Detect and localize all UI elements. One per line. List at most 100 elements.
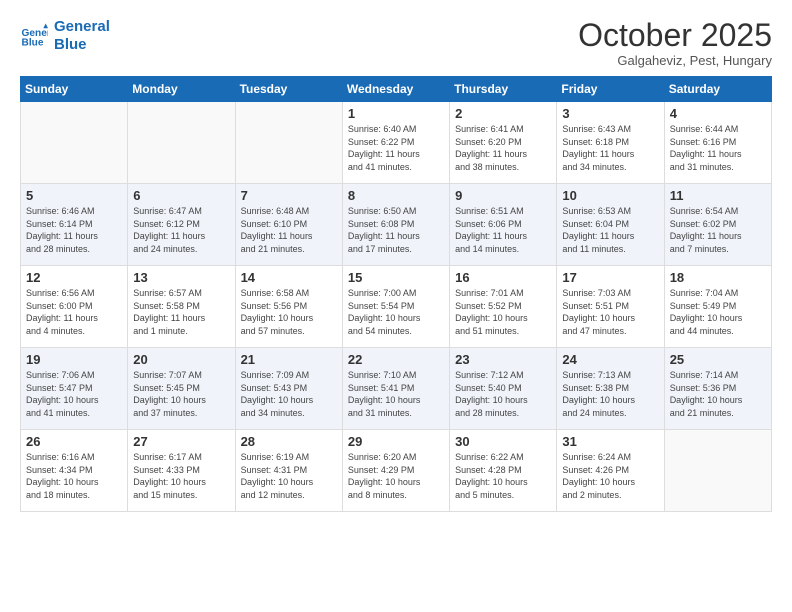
- day-number: 1: [348, 106, 444, 121]
- day-info: Sunrise: 7:13 AM Sunset: 5:38 PM Dayligh…: [562, 369, 658, 419]
- day-info: Sunrise: 7:04 AM Sunset: 5:49 PM Dayligh…: [670, 287, 766, 337]
- header-row: SundayMondayTuesdayWednesdayThursdayFrid…: [21, 77, 772, 102]
- day-number: 29: [348, 434, 444, 449]
- day-info: Sunrise: 6:54 AM Sunset: 6:02 PM Dayligh…: [670, 205, 766, 255]
- weekday-header: Saturday: [664, 77, 771, 102]
- calendar-day: 25Sunrise: 7:14 AM Sunset: 5:36 PM Dayli…: [664, 348, 771, 430]
- day-number: 20: [133, 352, 229, 367]
- day-number: 19: [26, 352, 122, 367]
- day-info: Sunrise: 6:40 AM Sunset: 6:22 PM Dayligh…: [348, 123, 444, 173]
- calendar-day: 16 Sunrise: 7:01 AM Sunset: 5:52 PM Dayli…: [450, 266, 557, 348]
- day-number: 30: [455, 434, 551, 449]
- day-number: 10: [562, 188, 658, 203]
- weekday-header: Tuesday: [235, 77, 342, 102]
- day-number: 11: [670, 188, 766, 203]
- calendar-week-row: 1 Sunrise: 6:40 AM Sunset: 6:22 PM Daylig…: [21, 102, 772, 184]
- calendar-week-row: 12 Sunrise: 6:56 AM Sunset: 6:00 PM Dayli…: [21, 266, 772, 348]
- day-info: Sunrise: 7:03 AM Sunset: 5:51 PM Dayligh…: [562, 287, 658, 337]
- day-number: 18: [670, 270, 766, 285]
- day-number: 4: [670, 106, 766, 121]
- day-info: Sunrise: 6:47 AM Sunset: 6:12 PM Dayligh…: [133, 205, 229, 255]
- calendar-day: 7 Sunrise: 6:48 AM Sunset: 6:10 PM Daylig…: [235, 184, 342, 266]
- calendar-day: 20 Sunrise: 7:07 AM Sunset: 5:45 PM Dayli…: [128, 348, 235, 430]
- weekday-header: Monday: [128, 77, 235, 102]
- day-number: 6: [133, 188, 229, 203]
- day-number: 28: [241, 434, 337, 449]
- day-number: 21: [241, 352, 337, 367]
- day-number: 9: [455, 188, 551, 203]
- day-info: Sunrise: 6:46 AM Sunset: 6:14 PM Dayligh…: [26, 205, 122, 255]
- day-number: 12: [26, 270, 122, 285]
- weekday-header: Wednesday: [342, 77, 449, 102]
- month-title: October 2025: [578, 18, 772, 53]
- weekday-header: Friday: [557, 77, 664, 102]
- day-info: Sunrise: 6:20 AM Sunset: 4:29 PM Dayligh…: [348, 451, 444, 501]
- day-number: 22: [348, 352, 444, 367]
- logo-icon: General Blue: [20, 22, 48, 50]
- calendar-day: 30 Sunrise: 6:22 AM Sunset: 4:28 PM Dayli…: [450, 430, 557, 512]
- calendar-day: 3Sunrise: 6:43 AM Sunset: 6:18 PM Daylig…: [557, 102, 664, 184]
- calendar-day: [128, 102, 235, 184]
- day-number: 13: [133, 270, 229, 285]
- day-info: Sunrise: 7:06 AM Sunset: 5:47 PM Dayligh…: [26, 369, 122, 419]
- day-number: 27: [133, 434, 229, 449]
- day-info: Sunrise: 6:57 AM Sunset: 5:58 PM Dayligh…: [133, 287, 229, 337]
- calendar-day: [235, 102, 342, 184]
- day-number: 2: [455, 106, 551, 121]
- day-info: Sunrise: 7:10 AM Sunset: 5:41 PM Dayligh…: [348, 369, 444, 419]
- page: General Blue General Blue October 2025 G…: [0, 0, 792, 612]
- day-info: Sunrise: 6:51 AM Sunset: 6:06 PM Dayligh…: [455, 205, 551, 255]
- day-number: 16: [455, 270, 551, 285]
- day-info: Sunrise: 6:44 AM Sunset: 6:16 PM Dayligh…: [670, 123, 766, 173]
- calendar-day: 11 Sunrise: 6:54 AM Sunset: 6:02 PM Dayli…: [664, 184, 771, 266]
- day-info: Sunrise: 6:16 AM Sunset: 4:34 PM Dayligh…: [26, 451, 122, 501]
- logo: General Blue General Blue: [20, 18, 110, 54]
- calendar-day: 26 Sunrise: 6:16 AM Sunset: 4:34 PM Dayli…: [21, 430, 128, 512]
- day-number: 25: [670, 352, 766, 367]
- calendar-week-row: 19 Sunrise: 7:06 AM Sunset: 5:47 PM Dayli…: [21, 348, 772, 430]
- day-number: 7: [241, 188, 337, 203]
- day-number: 23: [455, 352, 551, 367]
- day-info: Sunrise: 7:12 AM Sunset: 5:40 PM Dayligh…: [455, 369, 551, 419]
- day-number: 14: [241, 270, 337, 285]
- day-number: 24: [562, 352, 658, 367]
- calendar-day: 1 Sunrise: 6:40 AM Sunset: 6:22 PM Daylig…: [342, 102, 449, 184]
- calendar-day: [21, 102, 128, 184]
- day-info: Sunrise: 6:48 AM Sunset: 6:10 PM Dayligh…: [241, 205, 337, 255]
- day-info: Sunrise: 6:41 AM Sunset: 6:20 PM Dayligh…: [455, 123, 551, 173]
- calendar-day: 10Sunrise: 6:53 AM Sunset: 6:04 PM Dayli…: [557, 184, 664, 266]
- calendar-day: 21Sunrise: 7:09 AM Sunset: 5:43 PM Dayli…: [235, 348, 342, 430]
- calendar-day: 17Sunrise: 7:03 AM Sunset: 5:51 PM Dayli…: [557, 266, 664, 348]
- calendar-day: 9 Sunrise: 6:51 AM Sunset: 6:06 PM Daylig…: [450, 184, 557, 266]
- svg-text:Blue: Blue: [22, 37, 44, 48]
- day-number: 3: [562, 106, 658, 121]
- day-number: 26: [26, 434, 122, 449]
- weekday-header: Sunday: [21, 77, 128, 102]
- day-info: Sunrise: 7:07 AM Sunset: 5:45 PM Dayligh…: [133, 369, 229, 419]
- day-number: 8: [348, 188, 444, 203]
- calendar-week-row: 5 Sunrise: 6:46 AM Sunset: 6:14 PM Daylig…: [21, 184, 772, 266]
- day-info: Sunrise: 6:22 AM Sunset: 4:28 PM Dayligh…: [455, 451, 551, 501]
- day-info: Sunrise: 6:58 AM Sunset: 5:56 PM Dayligh…: [241, 287, 337, 337]
- calendar-day: 18 Sunrise: 7:04 AM Sunset: 5:49 PM Dayli…: [664, 266, 771, 348]
- day-number: 31: [562, 434, 658, 449]
- day-info: Sunrise: 6:24 AM Sunset: 4:26 PM Dayligh…: [562, 451, 658, 501]
- calendar: SundayMondayTuesdayWednesdayThursdayFrid…: [20, 76, 772, 512]
- calendar-day: 29 Sunrise: 6:20 AM Sunset: 4:29 PM Dayli…: [342, 430, 449, 512]
- calendar-day: 23 Sunrise: 7:12 AM Sunset: 5:40 PM Dayli…: [450, 348, 557, 430]
- title-block: October 2025 Galgaheviz, Pest, Hungary: [578, 18, 772, 68]
- calendar-day: [664, 430, 771, 512]
- day-number: 5: [26, 188, 122, 203]
- calendar-day: 27Sunrise: 6:17 AM Sunset: 4:33 PM Dayli…: [128, 430, 235, 512]
- calendar-day: 15Sunrise: 7:00 AM Sunset: 5:54 PM Dayli…: [342, 266, 449, 348]
- weekday-header: Thursday: [450, 77, 557, 102]
- day-number: 15: [348, 270, 444, 285]
- calendar-day: 19 Sunrise: 7:06 AM Sunset: 5:47 PM Dayli…: [21, 348, 128, 430]
- day-info: Sunrise: 7:01 AM Sunset: 5:52 PM Dayligh…: [455, 287, 551, 337]
- calendar-day: 8Sunrise: 6:50 AM Sunset: 6:08 PM Daylig…: [342, 184, 449, 266]
- day-info: Sunrise: 6:56 AM Sunset: 6:00 PM Dayligh…: [26, 287, 122, 337]
- day-info: Sunrise: 6:19 AM Sunset: 4:31 PM Dayligh…: [241, 451, 337, 501]
- logo-line2: Blue: [54, 36, 110, 54]
- calendar-day: 2 Sunrise: 6:41 AM Sunset: 6:20 PM Daylig…: [450, 102, 557, 184]
- calendar-day: 5 Sunrise: 6:46 AM Sunset: 6:14 PM Daylig…: [21, 184, 128, 266]
